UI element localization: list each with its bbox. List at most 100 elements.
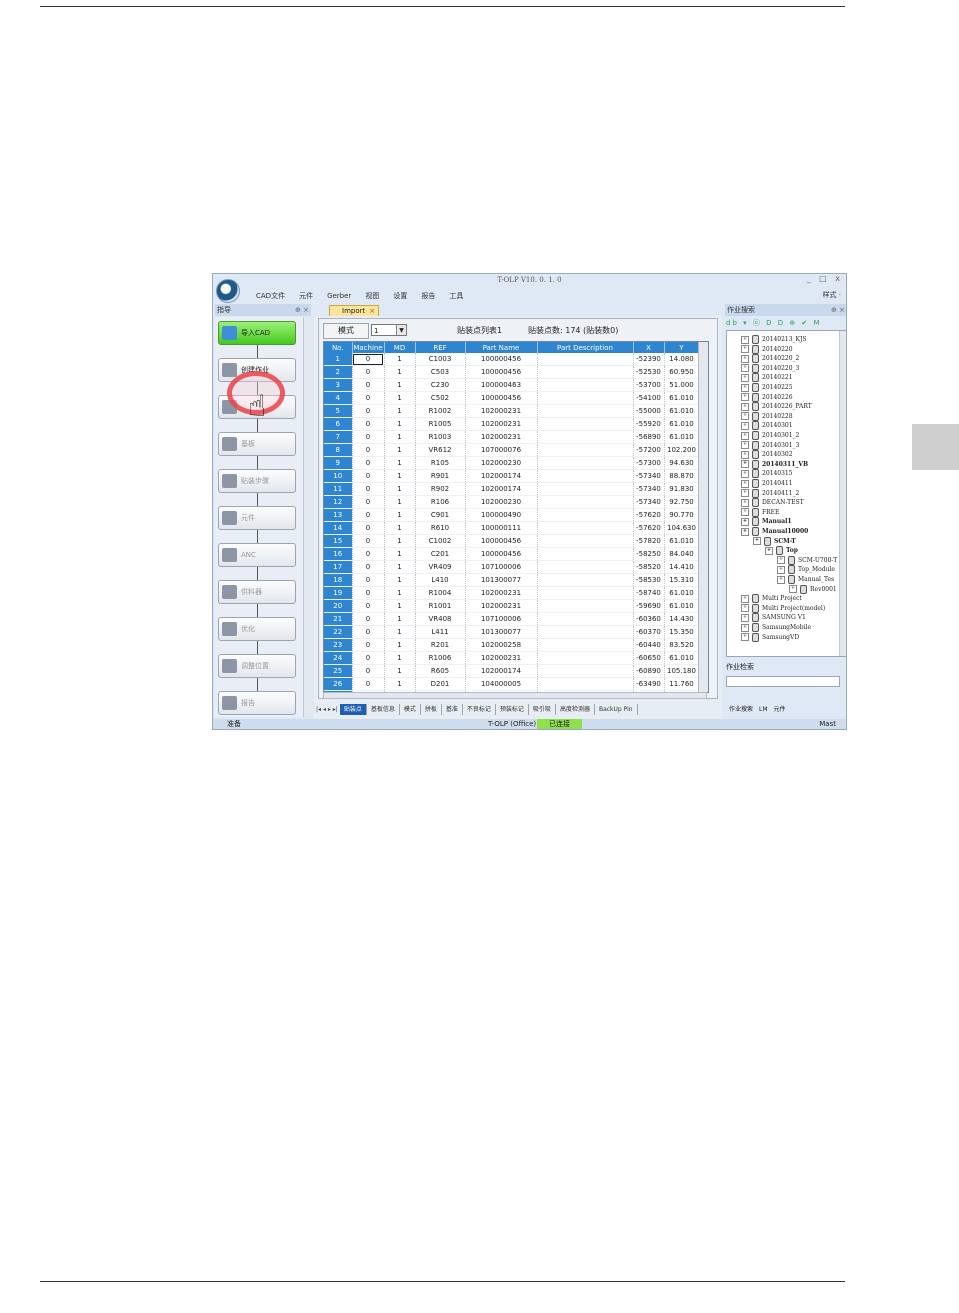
tree-item[interactable]: +20140213_KJS [741, 335, 807, 344]
sheet-nav[interactable]: |◂ ◂ ▸ ▸| [314, 704, 340, 715]
table-cell[interactable]: 102000231 [465, 586, 538, 600]
table-cell[interactable]: 0 [352, 638, 385, 652]
table-cell[interactable]: 1 [384, 625, 416, 639]
tab-import[interactable]: Import × [329, 305, 379, 316]
table-cell[interactable] [537, 638, 634, 652]
table-cell[interactable] [537, 560, 634, 574]
table-cell[interactable]: 7 [324, 430, 353, 444]
table-cell[interactable]: C503 [415, 365, 466, 379]
table-cell[interactable]: 100000456 [465, 534, 538, 548]
table-cell[interactable]: 102000174 [465, 482, 538, 496]
column-header[interactable]: REF [415, 342, 466, 353]
table-cell[interactable] [537, 378, 634, 392]
tree-item[interactable]: + Top [765, 546, 798, 556]
sheet-tab[interactable]: 不良标记 [463, 704, 496, 715]
table-cell[interactable]: 107100006 [465, 560, 538, 574]
table-row[interactable]: 23 0 1 R201 102000258 -60440 83.520 [324, 638, 700, 652]
table-cell[interactable]: -60360 [633, 612, 665, 626]
table-cell[interactable]: R1004 [415, 586, 466, 600]
table-cell[interactable]: C1002 [415, 534, 466, 548]
table-cell[interactable]: 0 [352, 573, 385, 587]
table-row[interactable]: 17 0 1 VR409 107100006 -58520 14.410 [324, 560, 700, 574]
table-cell[interactable] [537, 404, 634, 418]
table-cell[interactable] [537, 521, 634, 535]
table-cell[interactable]: 102000231 [465, 417, 538, 431]
table-cell[interactable]: 61.010 [664, 404, 700, 418]
table-cell[interactable] [537, 482, 634, 496]
tree-scrollbar[interactable] [839, 331, 846, 656]
column-header[interactable]: No. [324, 342, 353, 353]
table-cell[interactable]: 1 [384, 482, 416, 496]
table-cell[interactable]: 0 [352, 404, 385, 418]
right-panel-tab[interactable]: 元件 [774, 704, 786, 716]
table-cell[interactable]: 0 [352, 495, 385, 509]
table-cell[interactable]: 100000111 [465, 521, 538, 535]
table-cell[interactable]: 1 [384, 664, 416, 678]
tree-item[interactable]: +20140226 [741, 392, 793, 402]
table-cell[interactable]: 61.010 [664, 534, 700, 548]
tree-item[interactable]: + SamsungMobile [741, 623, 811, 632]
table-cell[interactable]: 14.080 [664, 353, 700, 366]
table-cell[interactable]: 1 [384, 599, 416, 613]
table-cell[interactable]: R605 [415, 664, 466, 678]
table-cell[interactable]: 1 [384, 456, 416, 470]
table-cell[interactable]: R1003 [415, 430, 466, 444]
table-cell[interactable] [537, 495, 634, 509]
table-cell[interactable]: 0 [352, 443, 385, 457]
table-cell[interactable]: -57820 [633, 534, 665, 548]
job-search-input[interactable] [726, 676, 840, 687]
table-cell[interactable] [537, 353, 634, 366]
table-cell[interactable]: 1 [384, 677, 416, 691]
table-row[interactable]: 1 0 1 C1003 100000456 -52390 14.080 [324, 353, 700, 366]
table-cell[interactable]: 104.630 [664, 521, 700, 535]
app-logo-icon[interactable] [216, 279, 240, 303]
table-cell[interactable]: L410 [415, 573, 466, 587]
table-cell[interactable] [537, 586, 634, 600]
menu-item[interactable]: CAD文件 [249, 290, 292, 302]
table-cell[interactable]: -60370 [633, 625, 665, 639]
menu-item[interactable]: 设置 [386, 290, 414, 302]
table-row[interactable]: 14 0 1 R610 100000111 -57620 104.630 [324, 521, 700, 535]
table-cell[interactable]: 20 [324, 599, 353, 613]
table-cell[interactable]: 1 [384, 353, 416, 366]
table-cell[interactable]: 8 [324, 443, 353, 457]
table-cell[interactable]: 102000231 [465, 599, 538, 613]
table-cell[interactable]: 61.010 [664, 391, 700, 405]
expand-icon[interactable]: + [741, 345, 749, 354]
table-cell[interactable]: 15.350 [664, 625, 700, 639]
grid-horizontal-scrollbar[interactable] [323, 692, 707, 699]
tree-item[interactable]: +20140311_VB [741, 459, 808, 469]
expand-icon[interactable]: + [741, 527, 749, 536]
expand-icon[interactable]: + [765, 546, 773, 555]
expand-icon[interactable]: + [789, 585, 797, 594]
tree-item[interactable]: +20140228 [741, 411, 793, 421]
table-cell[interactable] [537, 456, 634, 470]
tree-item[interactable]: + SamsungVD [741, 632, 799, 642]
table-row[interactable]: 3 0 1 C230 100000463 -53700 51.000 [324, 378, 700, 392]
table-cell[interactable]: R1001 [415, 599, 466, 613]
table-cell[interactable]: 1 [384, 612, 416, 626]
table-cell[interactable]: VR409 [415, 560, 466, 574]
table-row[interactable]: 24 0 1 R1006 102000231 -60650 61.010 [324, 651, 700, 665]
expand-icon[interactable]: + [741, 412, 749, 421]
table-cell[interactable]: 0 [352, 586, 385, 600]
table-row[interactable]: 7 0 1 R1003 102000231 -56890 61.010 [324, 430, 700, 444]
expand-icon[interactable]: + [741, 354, 749, 363]
table-cell[interactable]: 91.830 [664, 482, 700, 496]
table-row[interactable]: 16 0 1 C201 100000456 -58250 84.040 [324, 547, 700, 561]
table-cell[interactable]: C502 [415, 391, 466, 405]
tree-item[interactable]: +20140220_2 [741, 354, 799, 364]
table-row[interactable]: 18 0 1 L410 101300077 -58530 15.310 [324, 573, 700, 587]
table-row[interactable]: 9 0 1 R105 102000230 -57300 94.630 [324, 456, 700, 470]
sheet-tab[interactable]: 高度检测器 [556, 704, 595, 715]
table-cell[interactable]: 13 [324, 508, 353, 522]
table-cell[interactable]: -59690 [633, 599, 665, 613]
table-cell[interactable]: 107000076 [465, 443, 538, 457]
table-cell[interactable]: 83.520 [664, 638, 700, 652]
table-cell[interactable]: -57340 [633, 469, 665, 483]
table-cell[interactable]: -58530 [633, 573, 665, 587]
menu-item[interactable]: 视图 [358, 290, 386, 302]
table-cell[interactable]: 100000456 [465, 547, 538, 561]
table-cell[interactable]: 60.950 [664, 365, 700, 379]
table-cell[interactable]: 1 [384, 443, 416, 457]
